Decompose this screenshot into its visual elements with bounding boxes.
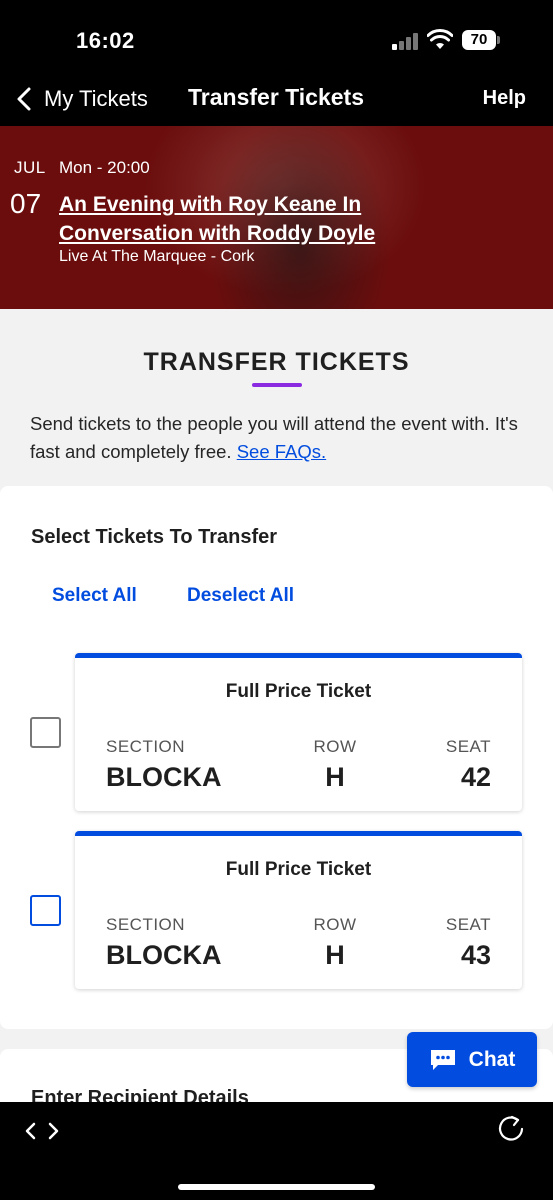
help-button[interactable]: Help <box>483 87 526 110</box>
ticket-checkbox[interactable] <box>30 895 61 926</box>
chat-bubble-icon <box>430 1049 455 1070</box>
select-tickets-heading: Select Tickets To Transfer <box>31 526 278 548</box>
page-title: Transfer Tickets <box>188 84 365 110</box>
transfer-heading: TRANSFER TICKETS <box>143 348 410 376</box>
home-indicator[interactable] <box>178 1184 375 1190</box>
chevron-left-icon <box>17 87 31 111</box>
heading-underline <box>252 383 302 387</box>
faq-link[interactable]: See FAQs. <box>237 441 326 462</box>
ticket-card[interactable]: Full Price Ticket SECTION ROW SEAT BLOCK… <box>75 831 522 989</box>
reload-icon[interactable] <box>496 1114 526 1144</box>
event-banner: JUL Mon - 20:00 07 An Evening with Roy K… <box>0 126 553 309</box>
back-label: My Tickets <box>44 86 148 111</box>
ticket-type: Full Price Ticket <box>225 681 372 702</box>
status-time: 16:02 <box>76 28 135 53</box>
chat-button[interactable]: Chat <box>407 1032 537 1087</box>
seat-value: 42 <box>460 762 491 792</box>
browser-bottom-bar <box>0 1102 553 1200</box>
ticket-type: Full Price Ticket <box>225 859 372 880</box>
select-tickets-card: Select Tickets To Transfer Select All De… <box>0 486 553 1029</box>
seat-label: SEAT <box>445 737 491 756</box>
battery-icon: 70 <box>462 30 496 50</box>
section-value: BLOCKA <box>106 940 222 970</box>
select-all-button[interactable]: Select All <box>52 585 137 607</box>
code-arrows-icon[interactable] <box>24 1118 64 1144</box>
transfer-intro: Send tickets to the people you will atte… <box>30 410 530 466</box>
section-value: BLOCKA <box>106 762 222 792</box>
battery-tip <box>497 36 500 44</box>
chat-label: Chat <box>468 1047 516 1071</box>
event-day: 07 <box>10 188 42 219</box>
section-label: SECTION <box>106 915 186 934</box>
ticket-checkbox[interactable] <box>30 717 61 748</box>
wifi-icon <box>427 29 453 49</box>
row-value: H <box>325 940 345 970</box>
row-label: ROW <box>313 737 357 756</box>
row-value: H <box>325 762 345 792</box>
row-label: ROW <box>313 915 357 934</box>
back-button[interactable]: My Tickets <box>14 82 148 116</box>
cellular-signal-icon <box>392 32 420 50</box>
event-title-link[interactable]: An Evening with Roy Keane In Conversatio… <box>59 190 439 248</box>
section-label: SECTION <box>106 737 186 756</box>
seat-value: 43 <box>460 940 491 970</box>
ticket-card[interactable]: Full Price Ticket SECTION ROW SEAT BLOCK… <box>75 653 522 811</box>
event-venue: Live At The Marquee - Cork <box>59 248 255 265</box>
status-bar: 16:02 70 <box>0 0 553 72</box>
event-month: JUL <box>14 158 46 177</box>
deselect-all-button[interactable]: Deselect All <box>187 585 294 607</box>
nav-bar: My Tickets Transfer Tickets Help <box>0 72 553 126</box>
seat-label: SEAT <box>445 915 491 934</box>
event-datetime: Mon - 20:00 <box>59 158 150 177</box>
